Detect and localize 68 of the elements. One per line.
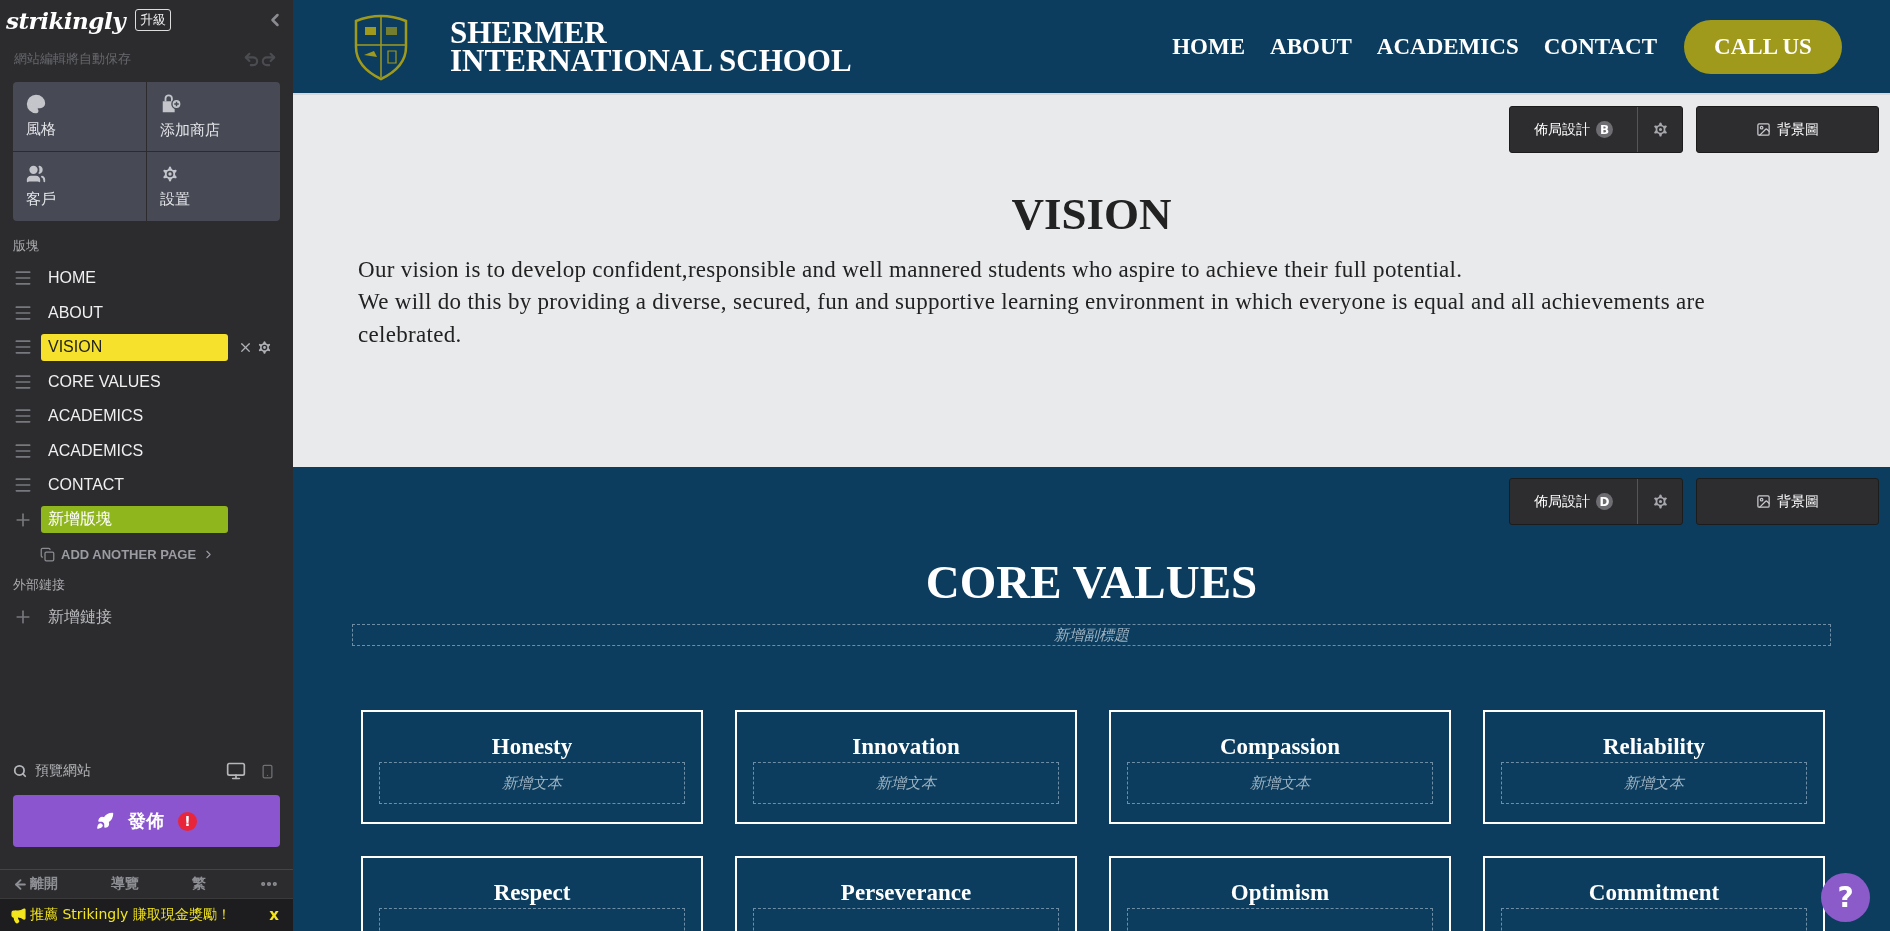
paragraph: Our vision is to develop confident,responsible and well mannered students who aspire to achieve their full potential. [358,255,1464,284]
card-title: Optimism [1229,879,1331,905]
tool-button[interactable]: 客戶 [13,152,146,221]
referral-link[interactable]: 推薦 Strikingly 賺取現金獎勵！ [30,906,267,924]
section-item[interactable]: HOME [41,264,228,292]
card-text-field[interactable]: 新增文本 [379,762,685,804]
footer-button[interactable]: 導覽 [111,875,139,893]
logo: strikingly [6,6,125,34]
card-title: Perseverance [839,879,973,905]
megaphone-icon [10,906,27,924]
card-title: Respect [492,879,572,905]
section-item[interactable]: ABOUT [41,299,228,327]
card-title: Innovation [851,733,961,759]
section-item[interactable]: ACADEMICS [41,437,228,465]
tool-button[interactable]: 添加商店 [147,82,280,151]
nav-link[interactable]: HOME [1172,33,1246,60]
add-link-button[interactable]: 新增鏈接 [41,606,119,628]
preview-link[interactable]: 預覽網站 [33,762,220,780]
card-text-field[interactable]: 新增文本 [1501,762,1807,804]
upgrade-button[interactable]: 升級 [135,9,171,31]
section-title: VISION [1011,190,1172,240]
bag-plus-icon [160,93,182,115]
layout-button[interactable]: 佈局設計 B [1510,107,1637,152]
subtitle-field[interactable]: 新增副標題 [352,623,1831,646]
card-title: Compassion [1218,733,1342,759]
users-icon [26,164,46,184]
palette-icon [26,94,46,114]
section-label: 版塊 [12,237,40,255]
tool-button[interactable]: 設置 [147,152,280,221]
school-name: INTERNATIONAL SCHOOL [450,46,853,75]
image-icon [1756,494,1771,509]
rocket-icon [96,812,114,830]
paragraph: We will do this by providing a diverse, secured, fun and supportive learning environment in which everyone is equal and all achievements are celebrated. [358,288,1706,349]
tool-button[interactable]: 風格 [13,82,146,151]
settings-icon[interactable] [256,338,273,356]
footer-button[interactable]: 繁 [192,875,206,893]
layout-button[interactable]: 佈局設計 D [1510,479,1637,524]
settings-icon [160,164,180,184]
nav-link[interactable]: ACADEMICS [1376,33,1519,60]
section-item[interactable]: ACADEMICS [41,402,228,430]
section-item[interactable]: CONTACT [41,471,228,499]
section-label: 外部鏈接 [12,576,66,594]
image-icon [1756,122,1771,137]
add-page-button[interactable]: ADD ANOTHER PAGE [40,543,293,566]
school-name: SHERMER [450,18,608,47]
pages-icon [40,547,55,562]
layout-badge: D [1596,493,1613,510]
nav-link[interactable]: ABOUT [1270,33,1352,60]
layout-badge: B [1596,121,1613,138]
section-item[interactable]: VISION [41,333,228,361]
section-title: CORE VALUES [925,557,1258,609]
card-title: Commitment [1587,879,1721,905]
card-title: Reliability [1601,733,1707,759]
background-button[interactable]: 背景圖 [1696,106,1879,153]
footer-button[interactable]: 離開 [13,875,58,893]
desktop-icon[interactable] [226,761,246,781]
alert-badge: ! [178,811,197,831]
mobile-icon[interactable] [260,763,275,779]
card-text-field[interactable]: 新增文本 [753,762,1059,804]
background-button[interactable]: 背景圖 [1696,478,1879,525]
nav-link[interactable]: CONTACT [1543,33,1657,60]
publish-button[interactable]: 發佈 ! [13,795,280,847]
card-text-field[interactable]: 新增文本 [1127,762,1433,804]
school-crest-icon [352,12,410,81]
section-item[interactable]: CORE VALUES [41,368,228,396]
close-button[interactable]: x [269,906,279,924]
card-title: Honesty [490,733,574,759]
search-icon [13,764,27,778]
